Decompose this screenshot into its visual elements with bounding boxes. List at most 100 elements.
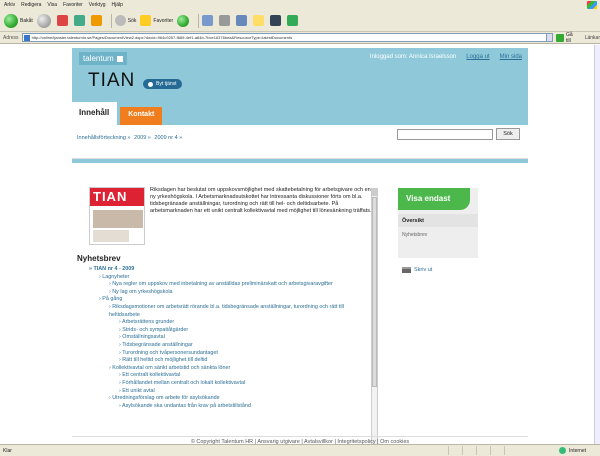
menu-favoriter[interactable]: Favoriter (63, 2, 83, 8)
browser-menubar: Arkiv Redigera Visa Favoriter Verktyg Hj… (0, 0, 600, 10)
tree-item[interactable]: › På gång (77, 296, 375, 304)
menu-redigera[interactable]: Redigera (21, 2, 41, 8)
cover-photo (93, 210, 143, 228)
mail-button[interactable] (202, 13, 215, 29)
newsletter-tree: » TIAN nr 4 - 2009 › Lagnyheter › Nya re… (77, 266, 375, 410)
brand-mark-icon (116, 55, 123, 62)
windows-logo-icon (587, 1, 597, 9)
tree-item[interactable]: › Tidsbegränsade anställningar (77, 342, 375, 350)
globe-icon (559, 447, 567, 454)
content-scrollbar[interactable] (371, 188, 378, 444)
print-link[interactable]: Skriv ut (402, 267, 432, 273)
messenger-button[interactable] (287, 13, 300, 29)
stop-icon (56, 15, 68, 26)
tab-kontakt[interactable]: Kontakt (120, 107, 163, 125)
edit-icon (236, 15, 248, 26)
star-icon (140, 15, 152, 26)
search-button[interactable]: Sök (114, 13, 136, 29)
printer-icon (219, 15, 231, 26)
switch-service-button[interactable]: Byt tjänst (143, 79, 182, 89)
site-search-input[interactable] (397, 129, 493, 140)
filter-newsletter[interactable]: Nyhetsbrev (402, 232, 427, 238)
tree-item[interactable]: › Nya regler om uppskov med inbetalning … (77, 281, 375, 289)
filter-panel: Visa endast Översikt Nyhetsbrev (398, 188, 478, 258)
talentum-brand[interactable]: talentum (79, 52, 127, 65)
folder-button[interactable] (253, 13, 266, 29)
toolbar-divider (198, 13, 200, 28)
tree-item[interactable]: › Ett centralt kollektivavtal (77, 372, 375, 380)
tree-item[interactable]: › Kollektivavtal om sänkt arbetstid och … (77, 365, 375, 373)
forward-button[interactable] (36, 13, 53, 29)
print-toolbar-button[interactable] (219, 13, 232, 29)
zone-label: Internet (569, 447, 586, 454)
go-button[interactable]: Gå till (566, 32, 579, 44)
tree-item[interactable]: › Asylsökande ska undantas från krav på … (77, 403, 375, 411)
browser-scrollbar[interactable] (594, 45, 600, 444)
refresh-button[interactable] (73, 13, 87, 29)
menu-visa[interactable]: Visa (47, 2, 57, 8)
show-only-heading: Visa endast (398, 188, 470, 210)
breadcrumb-year[interactable]: 2009 » (134, 135, 151, 141)
page-viewport: talentum Inloggad som: Annica Israelsson… (0, 45, 594, 444)
site-search-button[interactable]: Sök (496, 128, 520, 140)
back-arrow-icon (4, 13, 18, 28)
edit-button[interactable] (236, 13, 249, 29)
toolbar-divider (110, 13, 112, 28)
switch-icon (148, 81, 153, 87)
tree-item[interactable]: › Strids- och sympatiåtgärder (77, 327, 375, 335)
print-label: Skriv ut (414, 267, 433, 273)
main-tabs: Innehåll Kontakt (72, 102, 163, 125)
menu-arkiv[interactable]: Arkiv (4, 2, 15, 8)
logged-in-text: Inloggad som: Annica Israelsson (369, 54, 457, 60)
back-label: Bakåt (20, 17, 33, 24)
magazine-cover-image: TIAN (89, 187, 145, 245)
go-arrow-icon[interactable] (556, 33, 564, 42)
tree-item[interactable]: › Utredningsförslag om arbete för asylsö… (77, 395, 375, 403)
favorites-button[interactable]: Favoriter (140, 13, 173, 29)
tree-item[interactable]: › Riksdagsmotioner om arbetsrätt rörande… (77, 304, 375, 319)
cover-photo-secondary (93, 230, 129, 242)
tree-item[interactable]: › Lagnyheter (77, 274, 375, 282)
history-icon (177, 14, 190, 27)
address-input[interactable]: http://online/tjanster.talentumhr.se/Pag… (21, 33, 548, 42)
tian-logo[interactable]: TIAN (88, 70, 135, 92)
breadcrumb-toc[interactable]: Innehållsförteckning » (77, 135, 131, 141)
tree-item[interactable]: › Ett unikt avtal (77, 388, 375, 396)
home-button[interactable] (90, 13, 104, 29)
printer-icon (402, 267, 411, 273)
status-text: Klar (3, 447, 12, 454)
scroll-thumb[interactable] (372, 197, 377, 387)
tree-item[interactable]: › Omställningsavtal (77, 334, 375, 342)
header-links: Inloggad som: Annica Israelsson Logga ut… (360, 54, 522, 60)
address-dropdown-button[interactable] (546, 33, 554, 42)
toolbar-extra-button[interactable] (270, 13, 283, 29)
logout-link[interactable]: Logga ut (466, 54, 489, 60)
content-column: TIAN Riksdagen har beslutat om uppskovsm… (77, 166, 377, 431)
tree-item[interactable]: » TIAN nr 4 - 2009 (77, 266, 375, 274)
filter-overview[interactable]: Översikt (398, 214, 478, 227)
tab-innehall[interactable]: Innehåll (72, 102, 118, 125)
my-page-link[interactable]: Min sida (500, 54, 522, 60)
search-icon (114, 15, 126, 26)
magazine-title: TIAN (90, 188, 144, 206)
links-button[interactable]: Länkar (585, 35, 600, 41)
menu-verktyg[interactable]: Verktyg (89, 2, 106, 8)
stop-button[interactable] (56, 13, 70, 29)
section-title: Nyhetsbrev (77, 254, 121, 263)
folder-icon (253, 15, 265, 26)
refresh-icon (73, 15, 85, 26)
status-bar: Klar Internet (0, 444, 600, 456)
tree-item[interactable]: › Rätt till heltid och möjlighet till de… (77, 357, 375, 365)
tree-item[interactable]: › Arbetsrättens grunder (77, 319, 375, 327)
back-button[interactable]: Bakåt (4, 13, 33, 29)
breadcrumb-issue[interactable]: 2009 nr 4 » (154, 135, 182, 141)
menu-hjalp[interactable]: Hjälp (111, 2, 122, 8)
site-container: talentum Inloggad som: Annica Israelsson… (72, 48, 528, 444)
status-cells (448, 446, 518, 455)
scroll-up-arrow-icon[interactable] (372, 189, 377, 196)
site-header: talentum Inloggad som: Annica Israelsson… (72, 48, 528, 163)
tree-item[interactable]: › Turordning och tvåpersonersundantaget (77, 350, 375, 358)
history-button[interactable] (177, 13, 191, 29)
window-icon (270, 15, 282, 26)
tree-item[interactable]: › Förhållandet mellan centralt och lokal… (77, 380, 375, 388)
